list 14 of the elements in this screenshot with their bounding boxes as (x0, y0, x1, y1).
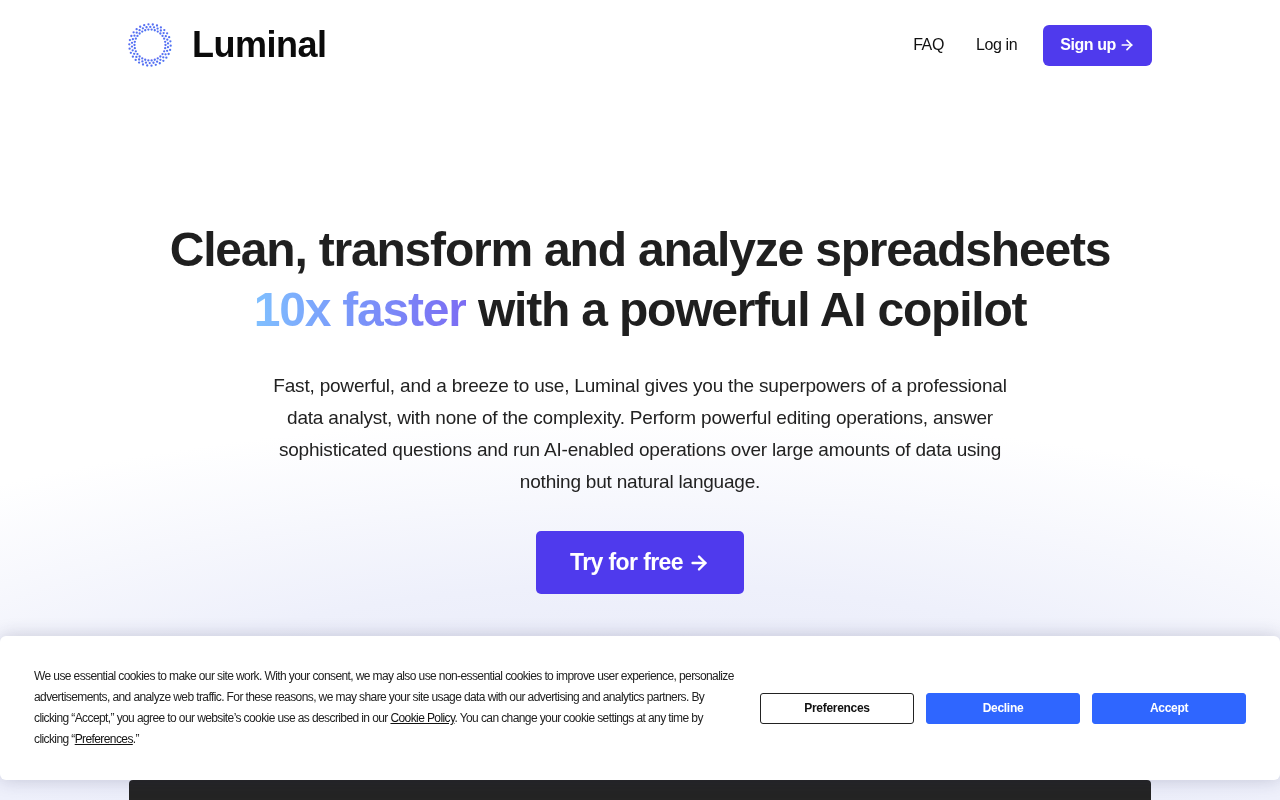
sign-up-button[interactable]: Sign up (1043, 24, 1152, 66)
cookie-message: We use essential cookies to make our site work. With your consent, we may also use non-essential cookies to improve user experience, personalize advertisements, and analyze web traffic. For these reasons, we may share your site usage data with our advertising and analytics partners. By clicking “Accept,” you agree to our website’s cookie use as described in our Cookie Policy. You can change your cookie settings at any time by clicking “Preferences.” (34, 668, 735, 748)
brand-name: Luminal (192, 24, 327, 66)
headline: Clean, transform and analyze spreadsheets 10x faster with a powerful AI copilot (169, 222, 1111, 338)
logo-icon (128, 23, 172, 67)
cookie-link[interactable]: Preferences (74, 732, 133, 746)
cookie-button[interactable]: Accept (1092, 692, 1246, 724)
hero-description: Fast, powerful, and a breeze to use, Luminal gives you the superpowers of a professional data analyst, with none of the complexity. Perform powerful editing operations, answer sophisticated questions and run AI-enabled operations over large amounts of data using nothing but natural language. (272, 374, 1008, 494)
nav-link[interactable]: Log in (975, 36, 1018, 54)
nav-link[interactable]: FAQ (913, 36, 944, 54)
arrow-right-icon (1119, 37, 1135, 53)
cookie-button[interactable]: Preferences (760, 692, 914, 724)
cookie-button[interactable]: Decline (926, 692, 1080, 724)
try-for-free-button[interactable]: Try for free (536, 531, 744, 594)
